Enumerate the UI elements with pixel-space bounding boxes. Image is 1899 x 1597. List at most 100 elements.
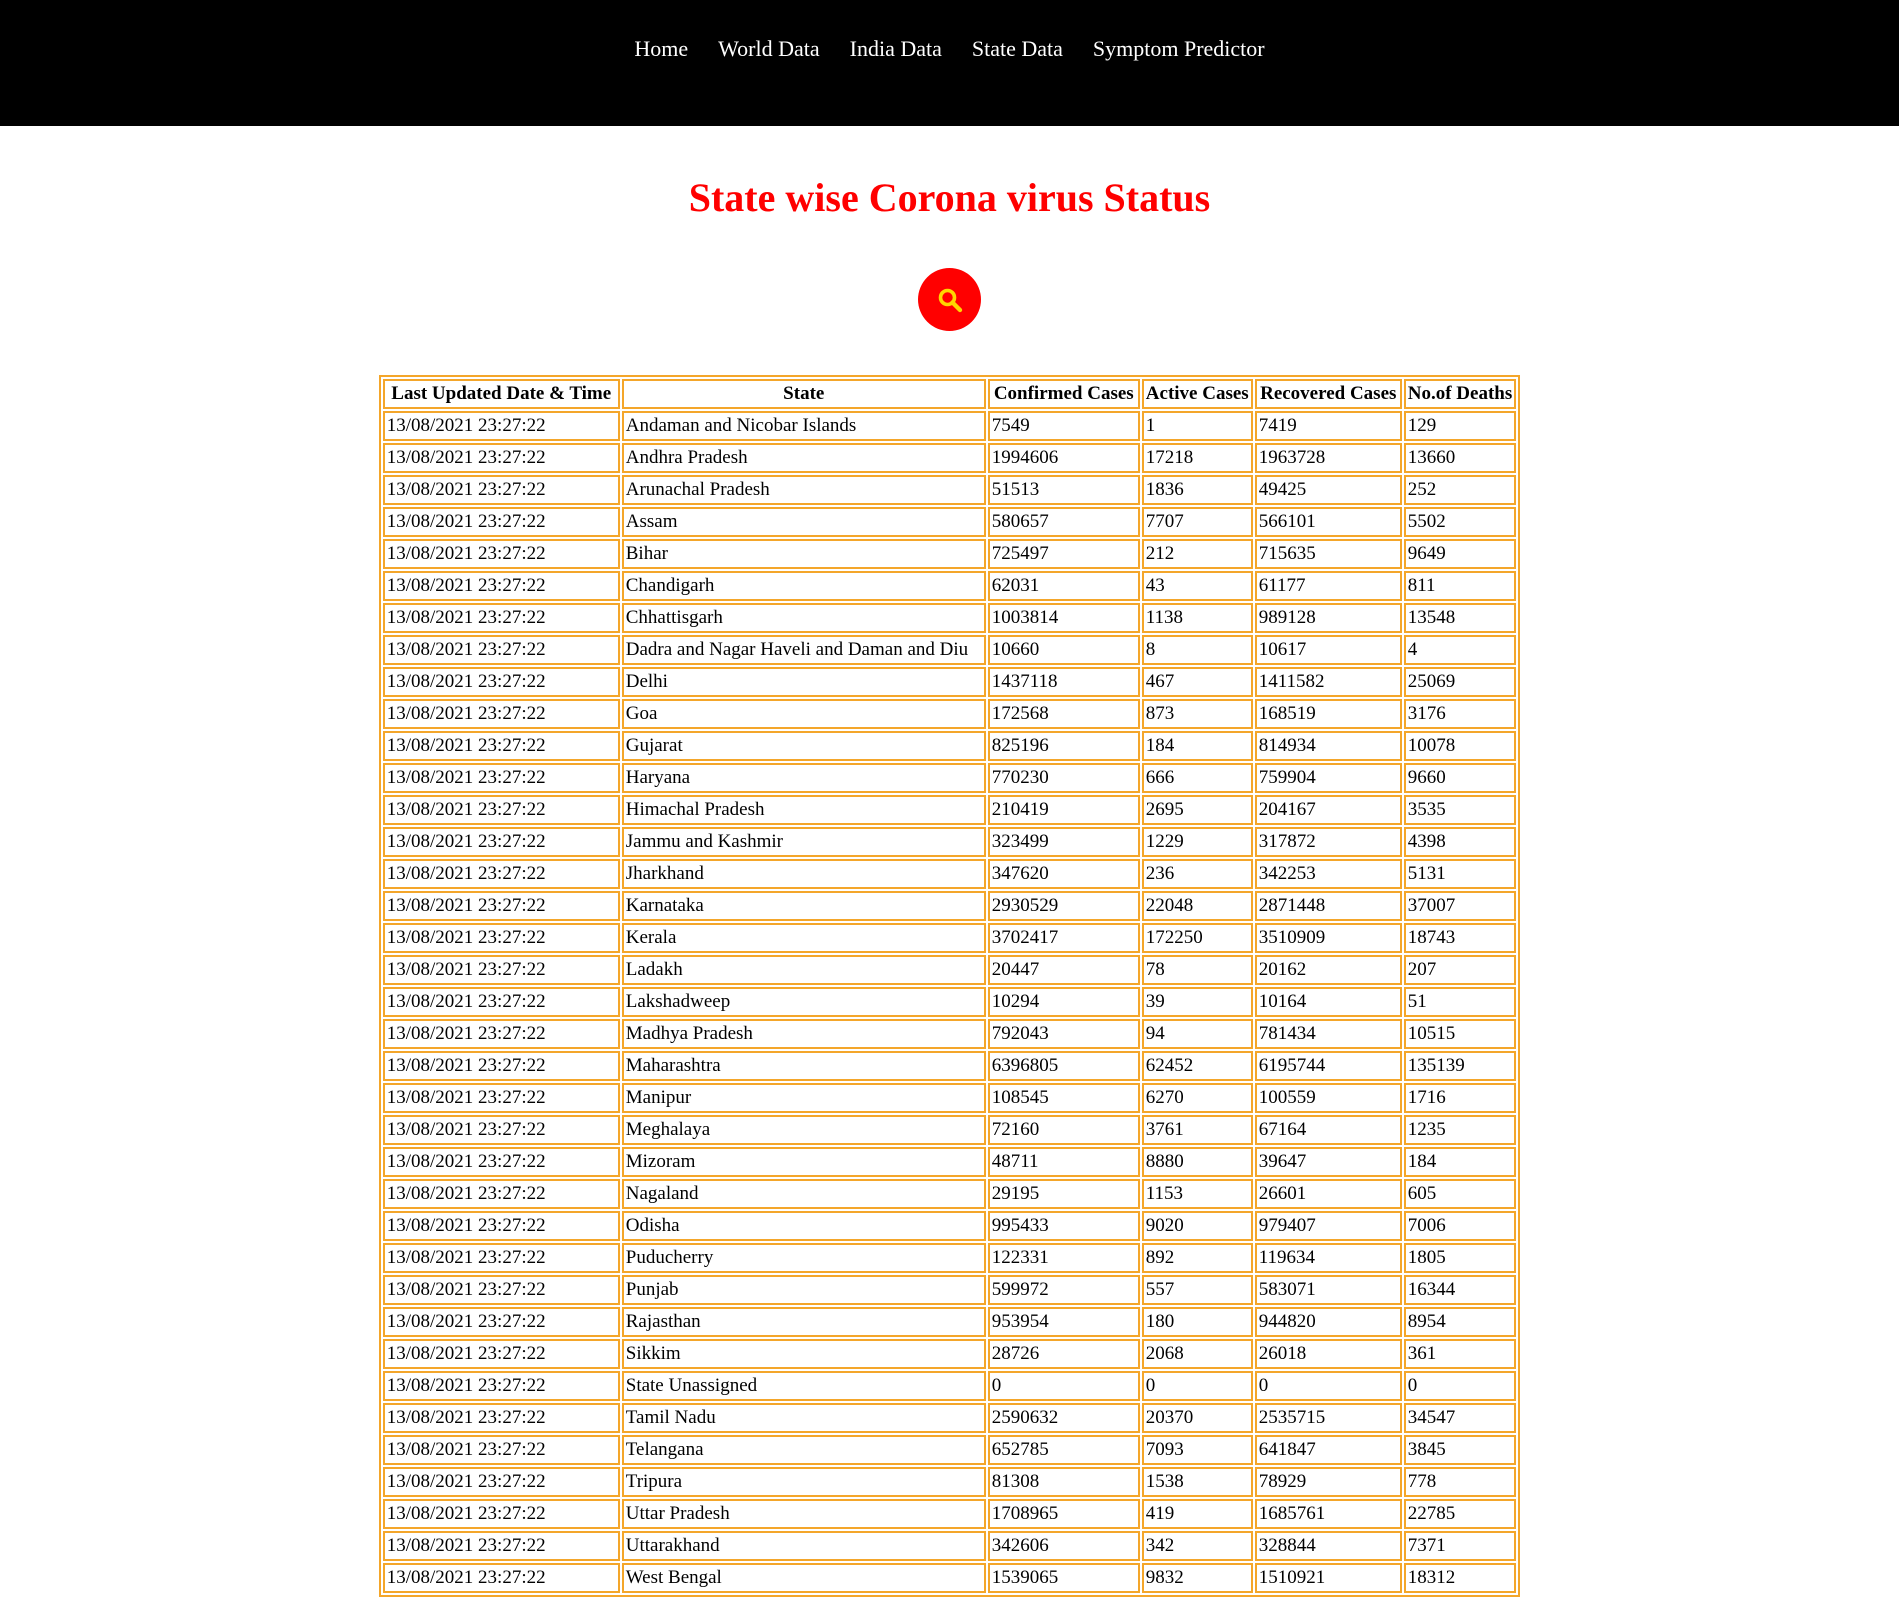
- cell-confirmed: 48711: [987, 1147, 1140, 1177]
- cell-confirmed: 342606: [987, 1531, 1140, 1561]
- table-row: 13/08/2021 23:27:22 Odisha 995433 9020 97940…: [382, 1211, 1517, 1241]
- cell-confirmed: 1437118: [987, 667, 1140, 697]
- cell-active: 78: [1141, 955, 1253, 985]
- cell-recovered: 715635: [1254, 539, 1402, 569]
- cell-deaths: 778: [1403, 1467, 1517, 1497]
- table-row: 13/08/2021 23:27:22 Andaman and Nicobar I…: [382, 411, 1517, 441]
- header-deaths: No.of Deaths: [1403, 379, 1517, 409]
- cell-deaths: 9660: [1403, 763, 1517, 793]
- cell-recovered: 26601: [1254, 1179, 1402, 1209]
- cell-confirmed: 953954: [987, 1307, 1140, 1337]
- header-state: State: [621, 379, 986, 409]
- cell-last-updated: 13/08/2021 23:27:22: [382, 1083, 620, 1113]
- nav-world-data-link[interactable]: World Data: [718, 36, 819, 62]
- cell-recovered: 39647: [1254, 1147, 1402, 1177]
- cell-last-updated: 13/08/2021 23:27:22: [382, 987, 620, 1017]
- cell-deaths: 1716: [1403, 1083, 1517, 1113]
- page-title: State wise Corona virus Status: [688, 175, 1211, 220]
- cell-active: 62452: [1141, 1051, 1253, 1081]
- cell-active: 17218: [1141, 443, 1253, 473]
- table-row: 13/08/2021 23:27:22 Tamil Nadu 2590632 2037…: [382, 1403, 1517, 1433]
- cell-last-updated: 13/08/2021 23:27:22: [382, 1403, 620, 1433]
- search-button[interactable]: [918, 268, 981, 331]
- cell-deaths: 207: [1403, 955, 1517, 985]
- cell-deaths: 13660: [1403, 443, 1517, 473]
- cell-deaths: 605: [1403, 1179, 1517, 1209]
- cell-last-updated: 13/08/2021 23:27:22: [382, 891, 620, 921]
- cell-last-updated: 13/08/2021 23:27:22: [382, 859, 620, 889]
- cell-deaths: 0: [1403, 1371, 1517, 1401]
- cell-state: Chhattisgarh: [621, 603, 986, 633]
- cell-recovered: 1685761: [1254, 1499, 1402, 1529]
- table-row: 13/08/2021 23:27:22 West Bengal 1539065 983…: [382, 1563, 1517, 1593]
- cell-recovered: 1510921: [1254, 1563, 1402, 1593]
- table-row: 13/08/2021 23:27:22 Jammu and Kashmir 3234…: [382, 827, 1517, 857]
- cell-recovered: 67164: [1254, 1115, 1402, 1145]
- cell-state: Delhi: [621, 667, 986, 697]
- nav-home-link[interactable]: Home: [634, 36, 688, 62]
- cell-state: Uttar Pradesh: [621, 1499, 986, 1529]
- nav-india-data-link[interactable]: India Data: [850, 36, 942, 62]
- cell-deaths: 361: [1403, 1339, 1517, 1369]
- cell-active: 467: [1141, 667, 1253, 697]
- cell-active: 2068: [1141, 1339, 1253, 1369]
- header-last-updated: Last Updated Date & Time: [382, 379, 620, 409]
- cell-recovered: 20162: [1254, 955, 1402, 985]
- cell-active: 557: [1141, 1275, 1253, 1305]
- cell-state: West Bengal: [621, 1563, 986, 1593]
- cell-recovered: 1411582: [1254, 667, 1402, 697]
- cell-state: Uttarakhand: [621, 1531, 986, 1561]
- table-row: 13/08/2021 23:27:22 Tripura 81308 1538 78929…: [382, 1467, 1517, 1497]
- cell-active: 2695: [1141, 795, 1253, 825]
- cell-deaths: 3176: [1403, 699, 1517, 729]
- cell-state: Jharkhand: [621, 859, 986, 889]
- cell-state: Mizoram: [621, 1147, 986, 1177]
- nav-symptom-predictor-link[interactable]: Symptom Predictor: [1093, 36, 1265, 62]
- top-navbar: Home World Data India Data State Data Sy…: [0, 0, 1899, 126]
- nav-state-data-link[interactable]: State Data: [972, 36, 1063, 62]
- cell-state: Chandigarh: [621, 571, 986, 601]
- cell-last-updated: 13/08/2021 23:27:22: [382, 955, 620, 985]
- cell-last-updated: 13/08/2021 23:27:22: [382, 1499, 620, 1529]
- table-row: 13/08/2021 23:27:22 Uttarakhand 342606 342 3…: [382, 1531, 1517, 1561]
- cell-recovered: 759904: [1254, 763, 1402, 793]
- cell-active: 1836: [1141, 475, 1253, 505]
- cell-last-updated: 13/08/2021 23:27:22: [382, 699, 620, 729]
- cell-active: 43: [1141, 571, 1253, 601]
- cell-recovered: 989128: [1254, 603, 1402, 633]
- cell-deaths: 8954: [1403, 1307, 1517, 1337]
- table-row: 13/08/2021 23:27:22 Arunachal Pradesh 5151…: [382, 475, 1517, 505]
- cell-last-updated: 13/08/2021 23:27:22: [382, 475, 620, 505]
- cell-recovered: 2535715: [1254, 1403, 1402, 1433]
- table-row: 13/08/2021 23:27:22 Uttar Pradesh 1708965 4…: [382, 1499, 1517, 1529]
- cell-active: 419: [1141, 1499, 1253, 1529]
- cell-active: 1229: [1141, 827, 1253, 857]
- cell-state: Rajasthan: [621, 1307, 986, 1337]
- table-row: 13/08/2021 23:27:22 Sikkim 28726 2068 26018 3…: [382, 1339, 1517, 1369]
- cell-active: 1153: [1141, 1179, 1253, 1209]
- cell-confirmed: 1539065: [987, 1563, 1140, 1593]
- cell-deaths: 51: [1403, 987, 1517, 1017]
- cell-confirmed: 1994606: [987, 443, 1140, 473]
- header-confirmed-cases: Confirmed Cases: [987, 379, 1140, 409]
- cell-active: 180: [1141, 1307, 1253, 1337]
- cell-confirmed: 81308: [987, 1467, 1140, 1497]
- cell-last-updated: 13/08/2021 23:27:22: [382, 1531, 620, 1561]
- cell-active: 342: [1141, 1531, 1253, 1561]
- cell-recovered: 583071: [1254, 1275, 1402, 1305]
- table-row: 13/08/2021 23:27:22 Himachal Pradesh 21041…: [382, 795, 1517, 825]
- cell-state: Karnataka: [621, 891, 986, 921]
- cell-recovered: 3510909: [1254, 923, 1402, 953]
- table-container: Last Updated Date & Time State Confirmed…: [0, 375, 1899, 1597]
- cell-recovered: 566101: [1254, 507, 1402, 537]
- cell-state: Manipur: [621, 1083, 986, 1113]
- cell-state: Lakshadweep: [621, 987, 986, 1017]
- table-row: 13/08/2021 23:27:22 Rajasthan 953954 180 944…: [382, 1307, 1517, 1337]
- cell-state: Haryana: [621, 763, 986, 793]
- cell-active: 873: [1141, 699, 1253, 729]
- table-row: 13/08/2021 23:27:22 Puducherry 122331 892 11…: [382, 1243, 1517, 1273]
- cell-last-updated: 13/08/2021 23:27:22: [382, 1051, 620, 1081]
- cell-confirmed: 2590632: [987, 1403, 1140, 1433]
- table-row: 13/08/2021 23:27:22 Dadra and Nagar Havel…: [382, 635, 1517, 665]
- cell-deaths: 37007: [1403, 891, 1517, 921]
